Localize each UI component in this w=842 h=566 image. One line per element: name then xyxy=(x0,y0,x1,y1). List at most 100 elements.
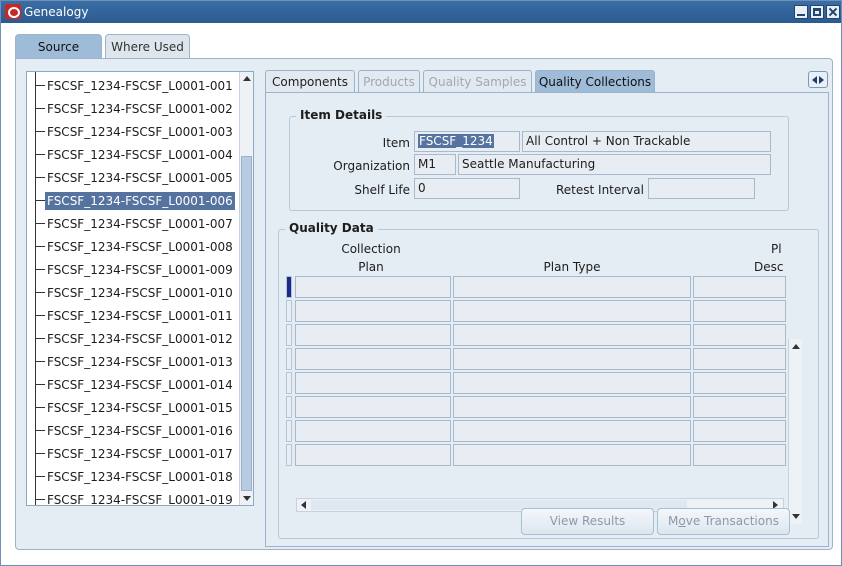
scroll-down-icon[interactable] xyxy=(241,492,252,504)
row-indicator[interactable] xyxy=(286,276,292,298)
plan-type-cell[interactable] xyxy=(453,324,691,346)
view-results-button[interactable]: View Results xyxy=(521,508,654,535)
item-description-field: All Control + Non Trackable xyxy=(522,131,771,152)
tree-branch-line xyxy=(35,430,45,431)
tree-branch-line xyxy=(35,223,45,224)
tree-item[interactable]: FSCSF_1234-FSCSF_L0001-017 xyxy=(27,444,239,463)
tree-item[interactable]: FSCSF_1234-FSCSF_L0001-009 xyxy=(27,260,239,279)
maximize-icon[interactable] xyxy=(810,5,824,19)
tree-item-label: FSCSF_1234-FSCSF_L0001-008 xyxy=(47,240,233,254)
tab-quality-samples: Quality Samples xyxy=(423,70,532,93)
tree-branch-line xyxy=(35,476,45,477)
tree-branch-line xyxy=(35,361,45,362)
tree-item[interactable]: FSCSF_1234-FSCSF_L0001-004 xyxy=(27,145,239,164)
tree-item[interactable]: FSCSF_1234-FSCSF_L0001-002 xyxy=(27,99,239,118)
collection-plan-cell[interactable] xyxy=(295,420,451,442)
tab-where-used[interactable]: Where Used xyxy=(105,34,190,59)
tree-item[interactable]: FSCSF_1234-FSCSF_L0001-015 xyxy=(27,398,239,417)
tree-item[interactable]: FSCSF_1234-FSCSF_L0001-012 xyxy=(27,329,239,348)
tree-item[interactable]: FSCSF_1234-FSCSF_L0001-005 xyxy=(27,168,239,187)
tab-source[interactable]: Source xyxy=(15,34,102,59)
tree-item-label: FSCSF_1234-FSCSF_L0001-006 xyxy=(45,192,235,210)
collection-plan-cell[interactable] xyxy=(295,372,451,394)
tree-item[interactable]: FSCSF_1234-FSCSF_L0001-008 xyxy=(27,237,239,256)
tree-item[interactable]: FSCSF_1234-FSCSF_L0001-019 xyxy=(27,490,239,505)
plan-type-cell[interactable] xyxy=(453,396,691,418)
collection-plan-cell[interactable] xyxy=(295,444,451,466)
tree-item[interactable]: FSCSF_1234-FSCSF_L0001-016 xyxy=(27,421,239,440)
tree-item[interactable]: FSCSF_1234-FSCSF_L0001-010 xyxy=(27,283,239,302)
row-indicator[interactable] xyxy=(286,372,292,394)
row-indicator[interactable] xyxy=(286,324,292,346)
genealogy-tree[interactable]: FSCSF_1234-FSCSF_L0001-001 FSCSF_1234-FSC… xyxy=(26,71,254,506)
tree-branch-line xyxy=(35,407,45,408)
tab-navigation-icon[interactable] xyxy=(808,71,828,88)
plan-type-cell[interactable] xyxy=(453,444,691,466)
tree-branch-line xyxy=(35,384,45,385)
plan-type-cell[interactable] xyxy=(453,420,691,442)
shelf-life-field[interactable]: 0 xyxy=(414,178,520,199)
tree-branch-line xyxy=(35,292,45,293)
tree-item[interactable]: FSCSF_1234-FSCSF_L0001-018 xyxy=(27,467,239,486)
collection-plan-cell[interactable] xyxy=(295,276,451,298)
tab-components[interactable]: Components xyxy=(265,70,355,93)
collection-plan-cell[interactable] xyxy=(295,396,451,418)
grid-scroll-up-icon[interactable] xyxy=(790,341,801,353)
organization-code-field[interactable]: M1 xyxy=(414,154,456,175)
plan-description-cell[interactable] xyxy=(693,324,786,346)
plan-description-cell[interactable] xyxy=(693,300,786,322)
tree-item[interactable]: FSCSF_1234-FSCSF_L0001-006 xyxy=(27,191,239,210)
plan-type-cell[interactable] xyxy=(453,276,691,298)
plan-type-cell[interactable] xyxy=(453,372,691,394)
minimize-icon[interactable] xyxy=(794,5,808,19)
row-indicator[interactable] xyxy=(286,420,292,442)
plan-type-cell[interactable] xyxy=(453,300,691,322)
title-bar[interactable]: Genealogy xyxy=(1,1,841,23)
close-icon[interactable] xyxy=(826,5,840,19)
tree-item[interactable]: FSCSF_1234-FSCSF_L0001-014 xyxy=(27,375,239,394)
window-title: Genealogy xyxy=(24,5,89,19)
tree-item[interactable]: FSCSF_1234-FSCSF_L0001-011 xyxy=(27,306,239,325)
item-label: Item xyxy=(382,136,410,150)
col-collection-plan-line1: Collection xyxy=(341,242,401,256)
tree-item-label: FSCSF_1234-FSCSF_L0001-011 xyxy=(47,309,233,323)
row-indicator[interactable] xyxy=(286,396,292,418)
scroll-up-icon[interactable] xyxy=(241,73,252,85)
tree-item[interactable]: FSCSF_1234-FSCSF_L0001-003 xyxy=(27,122,239,141)
row-indicator[interactable] xyxy=(286,348,292,370)
grid-scroll-left-icon[interactable] xyxy=(298,500,310,511)
plan-description-cell[interactable] xyxy=(693,420,786,442)
tree-item[interactable]: FSCSF_1234-FSCSF_L0001-013 xyxy=(27,352,239,371)
row-indicator[interactable] xyxy=(286,444,292,466)
tree-item-label: FSCSF_1234-FSCSF_L0001-010 xyxy=(47,286,233,300)
tree-branch-line xyxy=(35,246,45,247)
move-transactions-label-suffix: ve Transactions xyxy=(685,514,779,528)
col-plan-type: Plan Type xyxy=(543,260,601,274)
tab-products: Products xyxy=(358,70,420,93)
move-transactions-mnemonic: o xyxy=(678,514,686,528)
plan-description-cell[interactable] xyxy=(693,396,786,418)
tree-scroll-thumb[interactable] xyxy=(241,156,252,491)
collection-plan-cell[interactable] xyxy=(295,348,451,370)
retest-interval-field[interactable] xyxy=(648,178,755,199)
plan-type-cell[interactable] xyxy=(453,348,691,370)
tree-item[interactable]: FSCSF_1234-FSCSF_L0001-001 xyxy=(27,76,239,95)
item-field[interactable]: FSCSF_1234 xyxy=(414,131,520,152)
plan-description-cell[interactable] xyxy=(693,276,786,298)
tree-vertical-scrollbar[interactable] xyxy=(239,72,253,505)
collection-plan-cell[interactable] xyxy=(295,300,451,322)
tab-quality-collections[interactable]: Quality Collections xyxy=(535,70,655,93)
tree-item[interactable]: FSCSF_1234-FSCSF_L0001-007 xyxy=(27,214,239,233)
grid-scroll-down-icon[interactable] xyxy=(790,510,801,522)
tree-branch-line xyxy=(35,499,45,500)
collection-plan-cell[interactable] xyxy=(295,324,451,346)
move-transactions-button[interactable]: Move Transactions xyxy=(657,508,790,535)
plan-description-cell[interactable] xyxy=(693,372,786,394)
plan-description-cell[interactable] xyxy=(693,348,786,370)
col-collection-plan-line2: Plan xyxy=(358,260,384,274)
row-indicator[interactable] xyxy=(286,300,292,322)
grid-vertical-scrollbar[interactable] xyxy=(788,339,802,524)
tree-item-label: FSCSF_1234-FSCSF_L0001-017 xyxy=(47,447,233,461)
plan-description-cell[interactable] xyxy=(693,444,786,466)
tree-branch-line xyxy=(35,269,45,270)
